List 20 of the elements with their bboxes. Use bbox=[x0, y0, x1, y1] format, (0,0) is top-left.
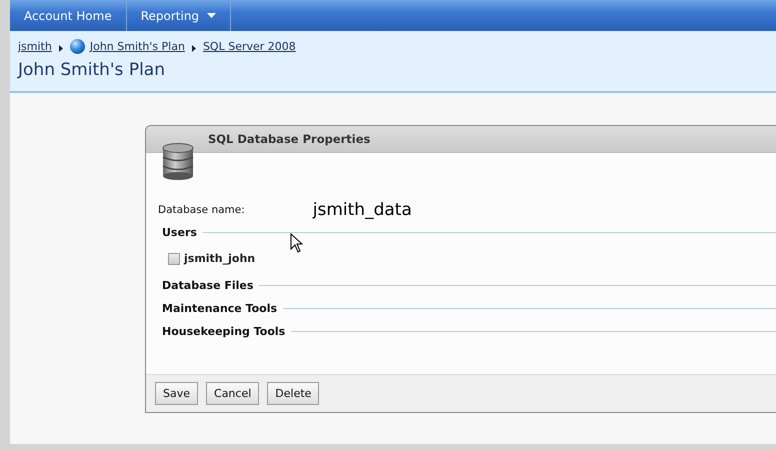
section-heading: Housekeeping Tools bbox=[162, 325, 286, 338]
breadcrumb-link[interactable]: jsmith bbox=[18, 40, 52, 53]
arrow-icon bbox=[192, 44, 196, 52]
user-label: jsmith_john bbox=[184, 252, 256, 265]
breadcrumb-link[interactable]: SQL Server 2008 bbox=[202, 40, 296, 53]
database-icon bbox=[162, 143, 194, 181]
section-heading: Users bbox=[162, 226, 197, 239]
checkbox[interactable] bbox=[168, 252, 180, 264]
database-name: jsmith_data bbox=[312, 200, 412, 220]
dialog-button[interactable]: Cancel bbox=[206, 382, 260, 405]
cursor-icon bbox=[290, 233, 303, 253]
section-heading: Database Files bbox=[162, 279, 254, 292]
breadcrumb-link[interactable]: John Smith's Plan bbox=[90, 40, 185, 53]
page-title: John Smith's Plan bbox=[18, 60, 166, 80]
arrow-icon bbox=[58, 44, 63, 52]
dialog-button[interactable]: Delete bbox=[267, 382, 320, 405]
field-label: Database name: bbox=[158, 204, 245, 216]
dialog-button[interactable]: Save bbox=[155, 382, 198, 405]
section-heading: Maintenance Tools bbox=[162, 302, 278, 315]
dialog-title: SQL Database Properties bbox=[208, 132, 370, 146]
